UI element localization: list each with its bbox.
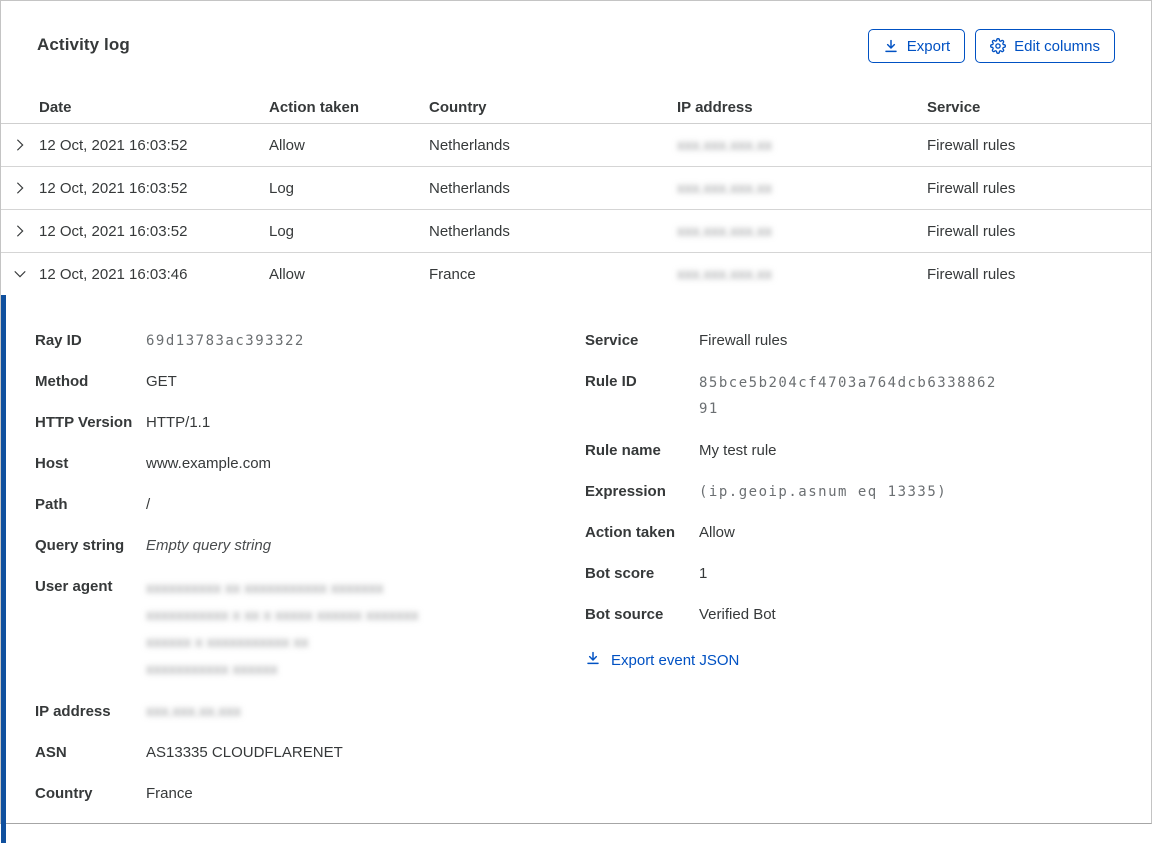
table-header-row: Date Action taken Country IP address Ser… [1, 91, 1151, 124]
chevron-right-icon[interactable] [1, 138, 39, 152]
row-service: Firewall rules [927, 265, 1016, 283]
row-service: Firewall rules [927, 179, 1016, 197]
detail-field-rule-name: Rule name My test rule [585, 442, 777, 459]
download-icon [883, 38, 899, 54]
detail-right-column: Service Firewall rules Rule ID 85bce5b20… [585, 329, 1121, 823]
detail-field-path: Path / [35, 496, 151, 513]
topbar: Activity log Export Edit columns [1, 1, 1151, 91]
table-row[interactable]: 12 Oct, 2021 16:03:52 Log Netherlands xx… [1, 210, 1151, 253]
export-button[interactable]: Export [867, 29, 966, 63]
column-header-date: Date [39, 98, 72, 116]
row-action: Log [269, 179, 295, 197]
detail-field-bot-score: Bot score 1 [585, 565, 708, 582]
row-service: Firewall rules [927, 136, 1016, 154]
detail-field-bot-source: Bot source Verified Bot [585, 606, 776, 623]
table-row-expanded[interactable]: 12 Oct, 2021 16:03:46 Allow France xxx.x… [1, 253, 1151, 295]
detail-field-query-string: Query string Empty query string [35, 537, 272, 554]
chevron-right-icon[interactable] [1, 224, 39, 238]
row-date: 12 Oct, 2021 16:03:52 [39, 179, 188, 197]
activity-log-panel: Activity log Export Edit columns Date Ac… [0, 0, 1152, 843]
detail-field-ip-address: IP address xxx.xxx.xx.xxx [35, 700, 585, 724]
detail-field-asn: ASN AS13335 CLOUDFLARENET [35, 744, 343, 761]
download-icon [585, 650, 601, 670]
event-detail-panel: Ray ID 69d13783ac393322 Method GET HTTP … [1, 295, 1151, 843]
detail-field-country: Country France [35, 785, 193, 802]
detail-field-expression: Expression (ip.geoip.asnum eq 13335) [585, 483, 948, 500]
export-event-json-label: Export event JSON [611, 651, 740, 669]
detail-field-rule-id: Rule ID 85bce5b204cf4703a764dcb633886291 [585, 373, 997, 417]
detail-field-ray-id: Ray ID 69d13783ac393322 [35, 332, 305, 349]
row-ip-redacted: xxx.xxx.xxx.xx [677, 136, 773, 154]
row-country: Netherlands [429, 136, 510, 154]
toolbar-actions: Export Edit columns [867, 29, 1115, 63]
detail-field-user-agent: User agent xxxxxxxxxx xx xxxxxxxxxxx xxx… [35, 575, 585, 683]
chevron-right-icon[interactable] [1, 181, 39, 195]
row-date: 12 Oct, 2021 16:03:46 [39, 265, 188, 283]
detail-left-column: Ray ID 69d13783ac393322 Method GET HTTP … [35, 329, 585, 823]
row-action: Allow [269, 265, 305, 283]
row-country: Netherlands [429, 222, 510, 240]
chevron-down-icon[interactable] [1, 267, 39, 281]
row-service: Firewall rules [927, 222, 1016, 240]
page-title: Activity log [37, 35, 130, 54]
row-ip-redacted: xxx.xxx.xxx.xx [677, 265, 773, 283]
row-country: France [429, 265, 476, 283]
row-ip-redacted: xxx.xxx.xxx.xx [677, 222, 773, 240]
activity-table: Date Action taken Country IP address Ser… [1, 91, 1151, 295]
detail-field-method: Method GET [35, 373, 177, 390]
column-header-ip: IP address [677, 98, 753, 116]
detail-field-service: Service Firewall rules [585, 332, 788, 349]
row-date: 12 Oct, 2021 16:03:52 [39, 222, 188, 240]
row-date: 12 Oct, 2021 16:03:52 [39, 136, 188, 154]
detail-field-action-taken: Action taken Allow [585, 524, 735, 541]
row-country: Netherlands [429, 179, 510, 197]
edit-columns-button[interactable]: Edit columns [975, 29, 1115, 63]
column-header-country: Country [429, 98, 487, 116]
row-ip-redacted: xxx.xxx.xxx.xx [677, 179, 773, 197]
row-action: Log [269, 222, 295, 240]
row-action: Allow [269, 136, 305, 154]
detail-field-http-version: HTTP Version HTTP/1.1 [35, 414, 211, 431]
table-row[interactable]: 12 Oct, 2021 16:03:52 Log Netherlands xx… [1, 167, 1151, 210]
gear-icon [990, 38, 1007, 54]
export-event-json-link[interactable]: Export event JSON [585, 650, 739, 670]
edit-columns-button-label: Edit columns [1014, 37, 1100, 55]
table-row[interactable]: 12 Oct, 2021 16:03:52 Allow Netherlands … [1, 124, 1151, 167]
column-header-service: Service [927, 98, 981, 116]
export-button-label: Export [906, 37, 951, 55]
column-header-action: Action taken [269, 98, 360, 116]
ip-address-redacted: xxx.xxx.xx.xxx [146, 703, 242, 720]
detail-field-host: Host www.example.com [35, 455, 272, 472]
user-agent-redacted: xxxxxxxxxx xx xxxxxxxxxxx xxxxxxx xxxxxx… [146, 580, 419, 678]
